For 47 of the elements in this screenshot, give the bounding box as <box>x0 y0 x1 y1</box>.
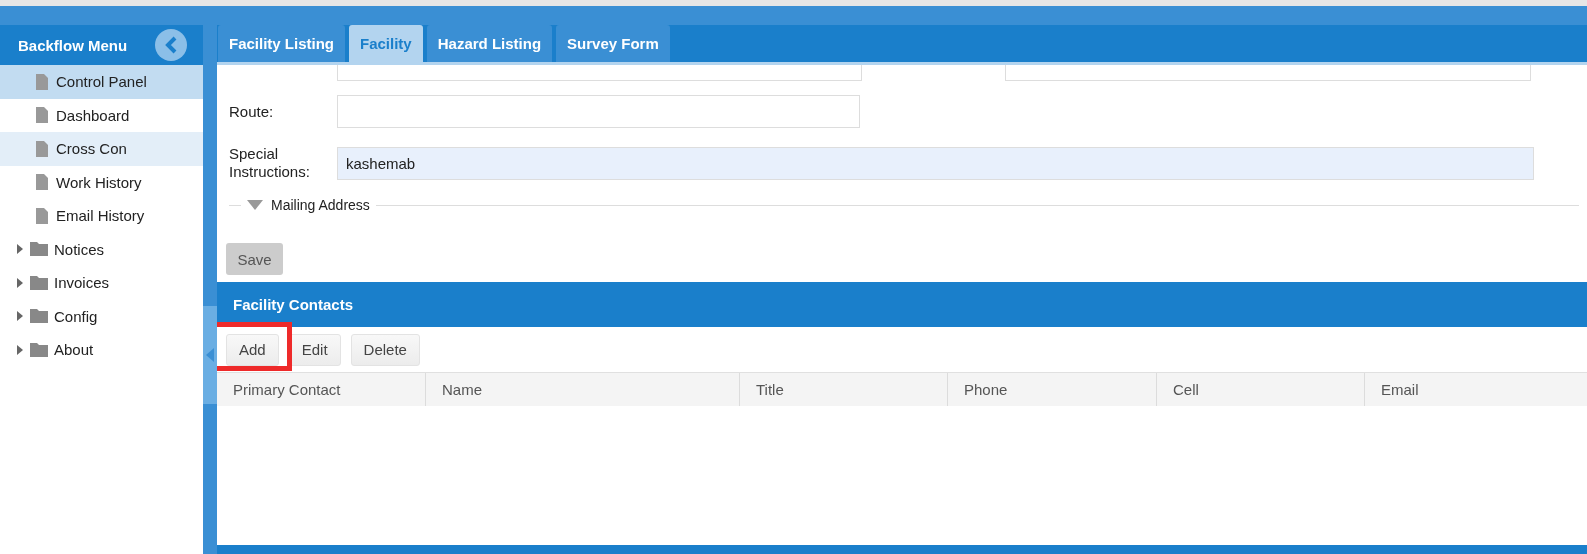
column-header[interactable]: Phone <box>947 373 1156 406</box>
instructions-field[interactable]: kashemab <box>337 146 1534 180</box>
document-icon <box>36 174 48 191</box>
save-button[interactable]: Save <box>226 243 283 275</box>
column-header[interactable]: Name <box>425 373 739 406</box>
menu-item-label: Invoices <box>54 274 110 292</box>
panel-title: Facility Contacts <box>233 296 354 313</box>
input-field[interactable] <box>337 65 862 81</box>
menu-item-label: Work History <box>56 173 142 191</box>
folder-icon <box>30 242 48 257</box>
folder-icon <box>30 342 48 357</box>
section-toggle[interactable]: Mailing Address <box>247 197 370 213</box>
menu-folder[interactable]: About <box>0 333 203 367</box>
collapse-button[interactable] <box>155 29 187 61</box>
document-icon <box>36 140 48 157</box>
menu-item-label: Config <box>54 307 98 325</box>
caret-left-icon <box>206 347 214 362</box>
menu-folder[interactable]: Config <box>0 299 203 333</box>
menu-title: Backflow Menu <box>18 36 128 54</box>
menu-folder[interactable]: Notices <box>0 232 203 266</box>
menu-item[interactable]: Control Panel <box>0 65 203 99</box>
field-label: Route: <box>229 102 275 121</box>
chevron-left-icon <box>164 36 178 54</box>
splitter-handle[interactable] <box>203 305 217 404</box>
menu-item-label: About <box>54 341 94 359</box>
select-field[interactable] <box>1005 65 1531 81</box>
document-icon <box>36 107 48 124</box>
triangle-icon <box>247 200 263 210</box>
column-header[interactable]: Title <box>739 373 947 406</box>
menu-item[interactable]: Cross Con <box>0 132 203 166</box>
folder-icon <box>30 275 48 290</box>
document-icon <box>36 207 48 224</box>
route-field[interactable] <box>337 95 860 128</box>
column-header[interactable]: Email <box>1364 373 1587 406</box>
menu-item-label: Notices <box>54 240 105 258</box>
menu-item-label: Cross Con <box>56 140 127 158</box>
menu-item-label: Email History <box>56 207 145 225</box>
field-label: Special Instructions: <box>229 145 311 181</box>
folder-icon <box>30 309 48 324</box>
column-header[interactable]: Cell <box>1156 373 1364 406</box>
toolbar-button[interactable]: Delete <box>350 333 420 366</box>
column-header[interactable]: Primary Contact <box>217 373 425 406</box>
document-icon <box>36 73 48 90</box>
menu-item-label: Dashboard <box>56 106 130 124</box>
menu-item-label: Control Panel <box>56 73 147 91</box>
toolbar-button[interactable]: Add <box>226 333 279 366</box>
menu-folder[interactable]: Invoices <box>0 266 203 300</box>
